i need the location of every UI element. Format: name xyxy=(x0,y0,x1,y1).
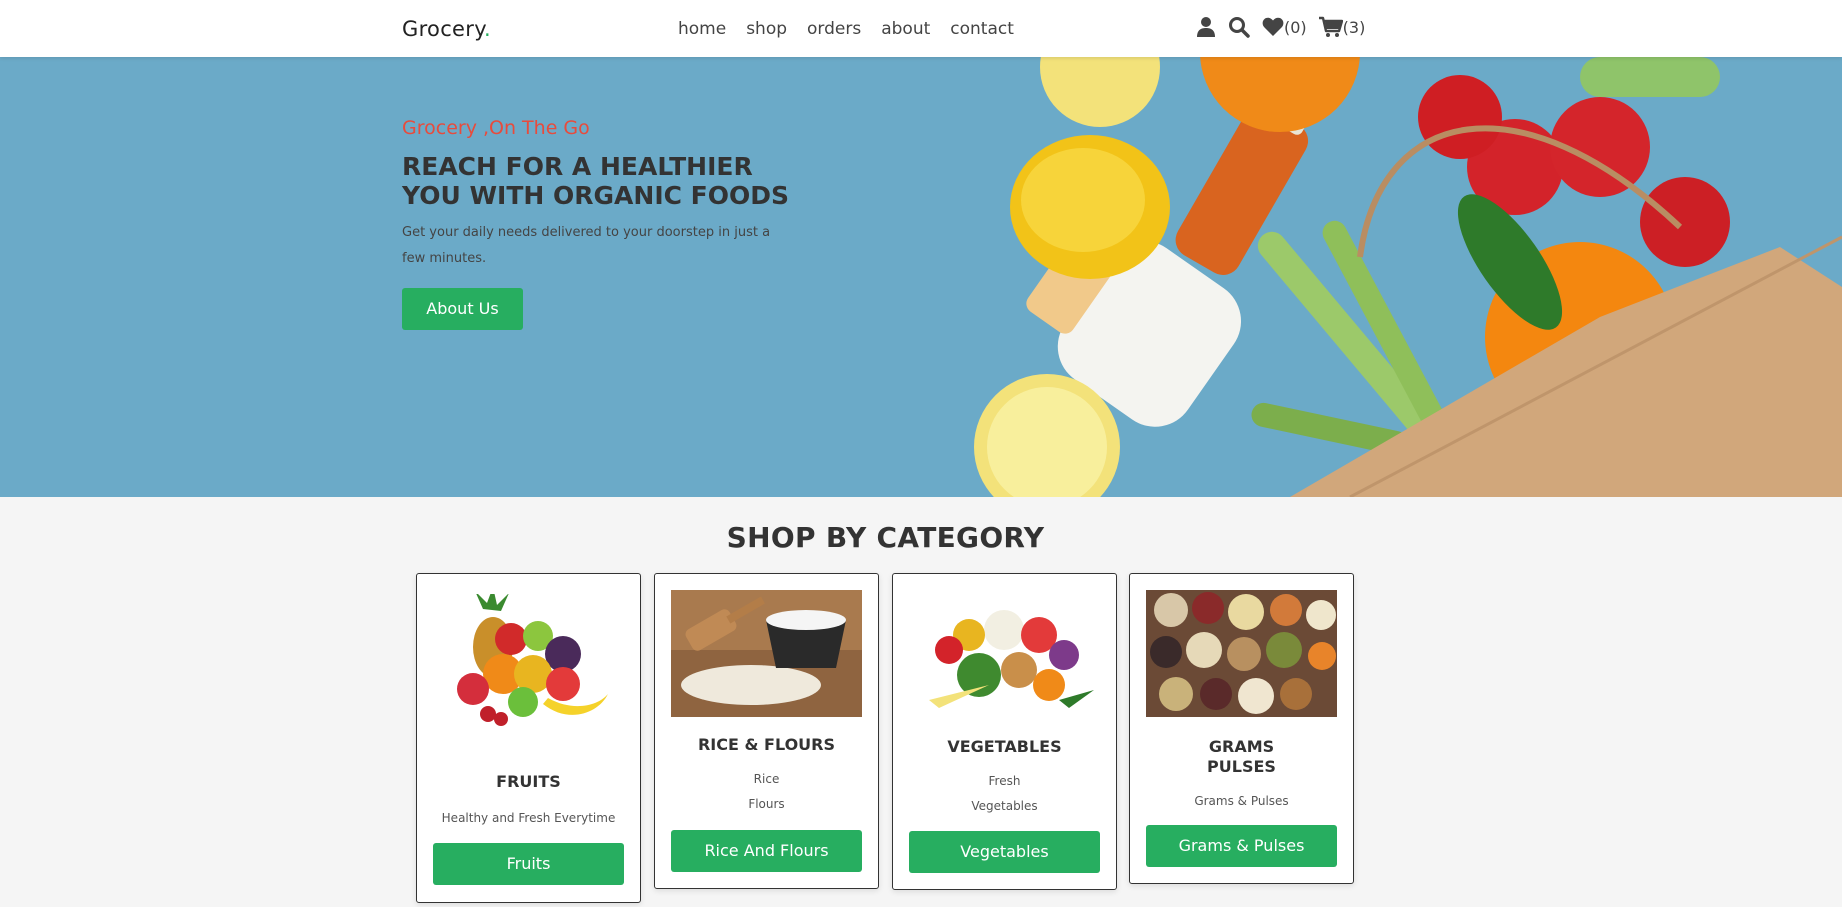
nav-home[interactable]: home xyxy=(678,19,726,39)
cart-count: (3) xyxy=(1342,17,1366,37)
card-description-line2: Flours xyxy=(748,797,785,811)
logo-text: Grocery xyxy=(402,17,484,41)
card-title: VEGETABLES xyxy=(947,737,1062,756)
card-title-line2: PULSES xyxy=(1207,757,1276,776)
card-title-line1: GRAMS xyxy=(1208,737,1275,756)
card-title: FRUITS xyxy=(496,772,561,791)
nav-about[interactable]: about xyxy=(881,19,930,39)
card-description-line1: Fresh xyxy=(988,774,1021,788)
grams-pulses-image xyxy=(1146,590,1337,717)
hero-description: Get your daily needs delivered to your d… xyxy=(402,225,771,266)
search-button[interactable] xyxy=(1228,16,1250,38)
nav-shop[interactable]: shop xyxy=(746,19,787,39)
wishlist-button[interactable]: (0) xyxy=(1262,17,1307,37)
card-description-line1: Rice xyxy=(753,772,780,786)
vegetables-image xyxy=(909,590,1100,720)
logo-dot: . xyxy=(483,17,491,41)
search-icon xyxy=(1229,17,1250,38)
category-card-fruits: FRUITS Healthy and Fresh Everytime Fruit… xyxy=(416,573,641,903)
user-button[interactable] xyxy=(1196,16,1216,38)
hero-groceries-image xyxy=(974,57,1842,497)
grams-pulses-button[interactable]: Grams & Pulses xyxy=(1146,825,1337,867)
fruits-image xyxy=(433,594,624,734)
nav-orders[interactable]: orders xyxy=(807,19,861,39)
user-icon xyxy=(1197,17,1215,37)
card-description-line2: Vegetables xyxy=(971,799,1038,813)
category-card-grams-pulses: GRAMS PULSES Grams & Pulses Grams & Puls… xyxy=(1129,573,1354,884)
rice-flours-button[interactable]: Rice And Flours xyxy=(671,830,862,872)
vegetables-button[interactable]: Vegetables xyxy=(909,831,1100,873)
about-us-button[interactable]: About Us xyxy=(402,288,523,330)
section-title: SHOP BY CATEGORY xyxy=(726,521,1045,554)
cart-button[interactable]: (3) xyxy=(1318,16,1366,38)
hero-title: REACH FOR A HEALTHIER YOU WITH ORGANIC F… xyxy=(402,152,790,210)
wishlist-count: (0) xyxy=(1284,17,1307,37)
main-nav: home shop orders about contact xyxy=(678,19,1034,39)
card-description: Grams & Pulses xyxy=(1194,794,1289,808)
hero-subtitle: Grocery ,On The Go xyxy=(402,117,590,139)
header-icons: (0) (3) xyxy=(1196,16,1377,38)
heart-icon xyxy=(1262,17,1284,36)
card-title: GRAMS PULSES xyxy=(1130,737,1353,777)
category-card-rice-flours: RICE & FLOURS Rice Flours Rice And Flour… xyxy=(654,573,879,889)
logo[interactable]: Grocery. xyxy=(402,17,491,41)
card-title: RICE & FLOURS xyxy=(697,735,836,754)
cart-icon xyxy=(1318,16,1343,37)
fruits-button[interactable]: Fruits xyxy=(433,843,624,885)
nav-contact[interactable]: contact xyxy=(950,19,1014,39)
card-description: Healthy and Fresh Everytime xyxy=(441,811,616,825)
rice-flours-image xyxy=(671,590,862,717)
hero-banner: Grocery ,On The Go REACH FOR A HEALTHIER… xyxy=(0,57,1842,497)
site-header: Grocery. home shop orders about contact … xyxy=(0,0,1842,57)
category-card-vegetables: VEGETABLES Fresh Vegetables Vegetables xyxy=(892,573,1117,890)
